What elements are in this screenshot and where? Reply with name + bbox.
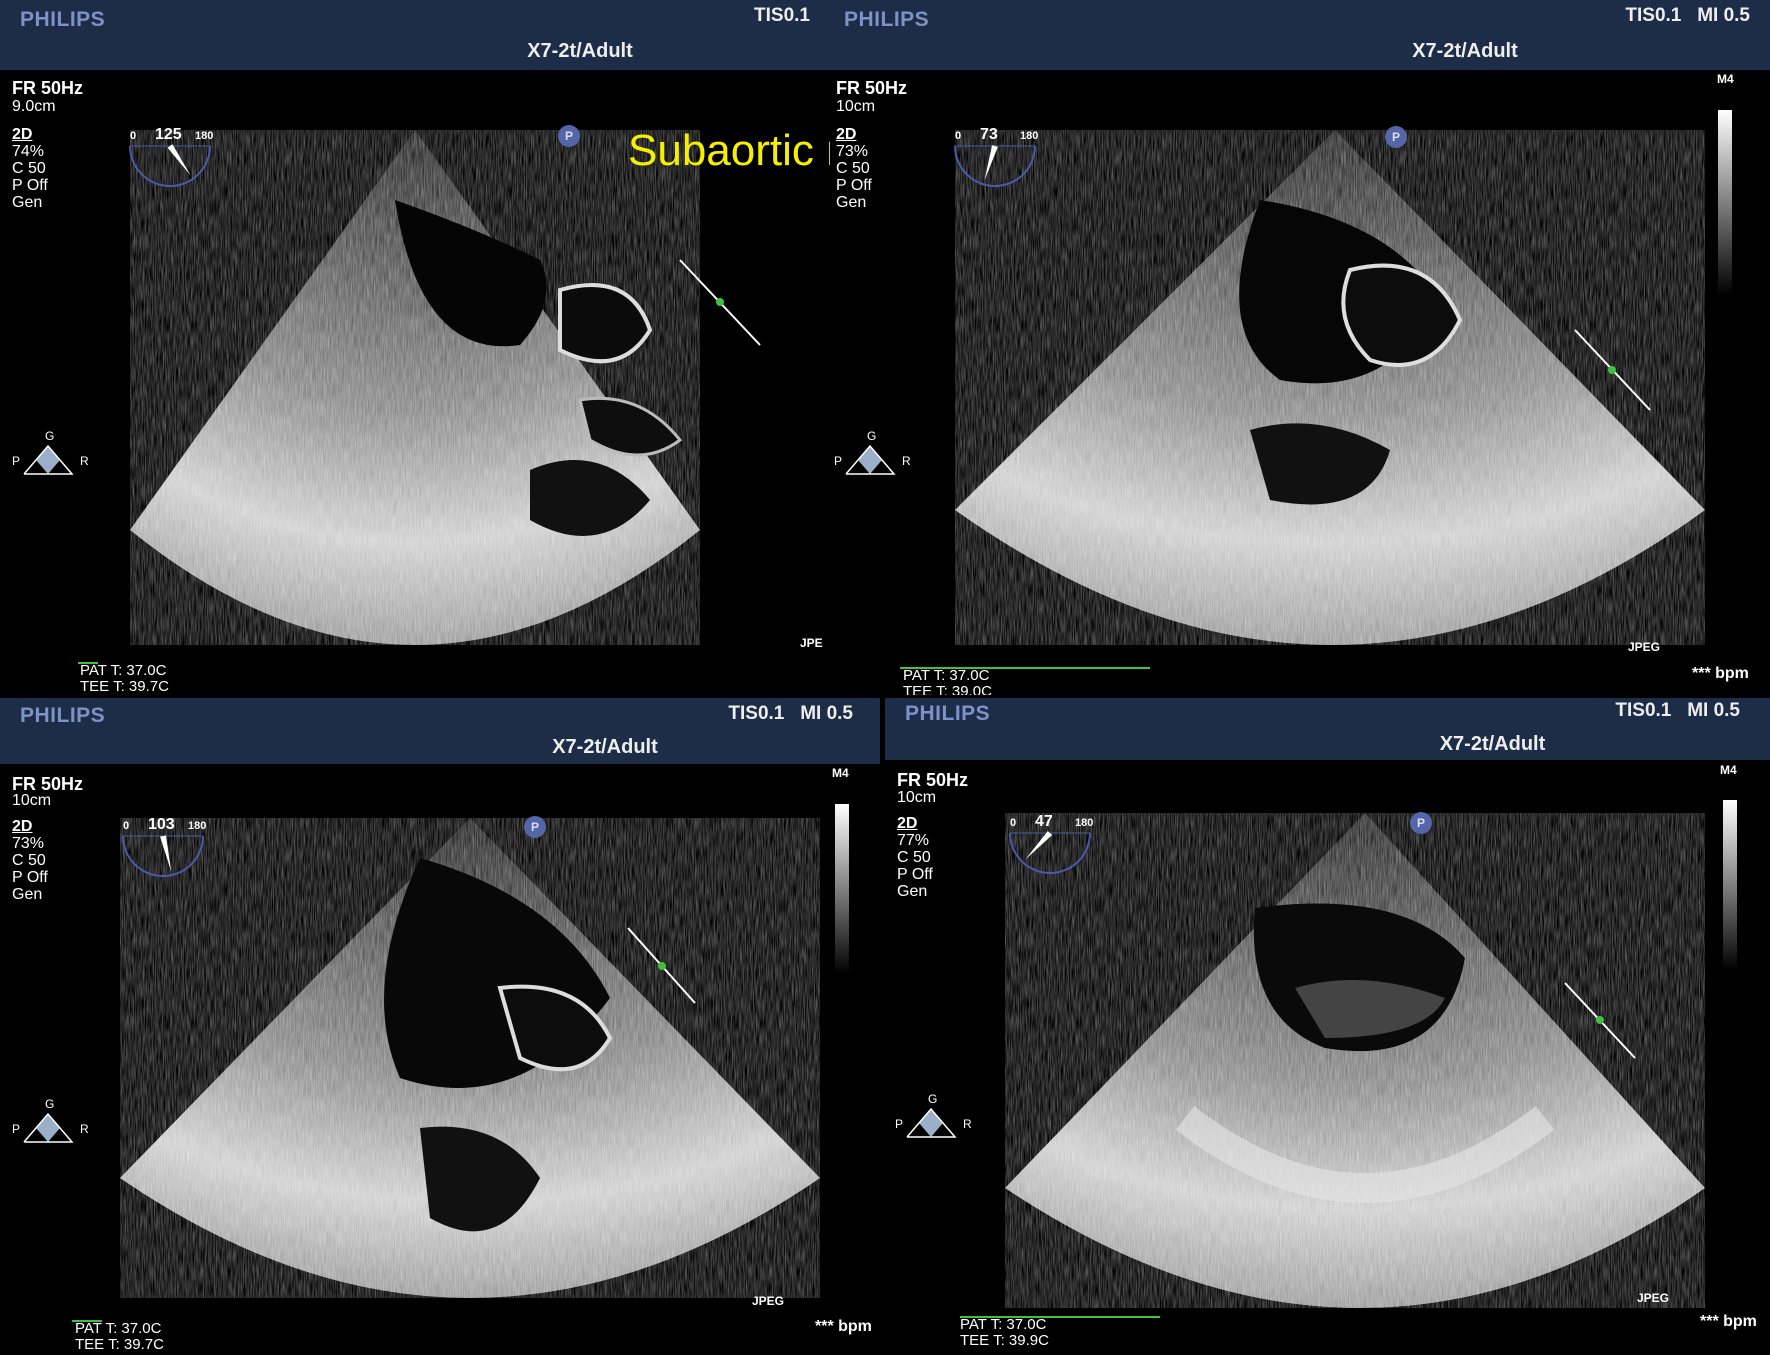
orientation-marker: G P R: [12, 429, 92, 490]
imaging-params: 2D 74% C 50 P Off Gen: [12, 126, 48, 211]
svg-text:P: P: [12, 454, 20, 468]
jpeg-label: JPE: [800, 636, 823, 650]
frame-rate: FR 50Hz: [897, 770, 969, 790]
svg-text:P: P: [834, 454, 842, 468]
echo-panel-1: PHILIPS TIS0.1 X7-2t/Adult Subaortic mem…: [0, 0, 830, 695]
heart-rate: *** bpm: [1700, 1313, 1757, 1330]
svg-text:R: R: [963, 1117, 972, 1131]
heart-rate: *** bpm: [815, 1318, 872, 1335]
probe-p-icon: P: [1410, 812, 1432, 834]
probe-p-icon: P: [558, 125, 580, 147]
grayscale-bar: [1723, 800, 1737, 970]
compression-label: C 50: [12, 852, 46, 869]
patient-temp: PAT T: 37.0C: [960, 1316, 1047, 1333]
multiplane-angle-indicator: 0 73 180: [950, 126, 1040, 190]
depth: 10cm: [836, 98, 876, 115]
ultrasound-sector: [130, 130, 761, 645]
svg-text:R: R: [80, 1122, 89, 1136]
angle-dial-icon: [954, 145, 1036, 187]
persistence-label: P Off: [836, 177, 872, 194]
grayscale-bar: [1718, 110, 1732, 295]
svg-text:R: R: [80, 454, 89, 468]
echo-panel-4: PHILIPS TIS0.1 MI 0.5 X7-2t/Adult M4 P F…: [885, 698, 1770, 1355]
depth: 10cm: [12, 792, 52, 809]
echo-panel-2: PHILIPS TIS0.1 MI 0.5 X7-2t/Adult M4 P F…: [830, 0, 1770, 695]
orientation-icon: G P R: [12, 429, 89, 475]
multiplane-angle-indicator: 0 47 180: [1005, 813, 1095, 877]
persistence-label: P Off: [12, 869, 48, 886]
svg-text:P: P: [895, 1117, 903, 1131]
probe-p-icon: P: [524, 816, 546, 838]
svg-text:G: G: [867, 430, 876, 443]
angle-dial-icon: [1009, 830, 1091, 874]
angle-dial-icon: [129, 144, 211, 187]
resolution-label: Gen: [12, 886, 43, 903]
orientation-marker: G P R: [12, 1097, 92, 1158]
gain-label: 74%: [12, 143, 45, 160]
gain-label: 77%: [897, 832, 930, 849]
ultrasound-sector: [1005, 813, 1705, 1308]
compression-label: C 50: [897, 849, 931, 866]
ultrasound-sector: [120, 818, 820, 1298]
tee-temp: TEE T: 39.7C: [80, 678, 169, 695]
resolution-label: Gen: [897, 883, 928, 900]
svg-text:P: P: [12, 1122, 20, 1136]
patient-temp: PAT T: 37.0C: [75, 1320, 162, 1337]
orientation-icon: G P R: [895, 1092, 972, 1138]
temperatures: PAT T: 37.0C TEE T: 39.9C: [960, 1317, 1049, 1349]
echo-panel-3: PHILIPS TIS0.1 MI 0.5 X7-2t/Adult M4 P F…: [0, 698, 880, 1355]
patient-temp: PAT T: 37.0C: [903, 667, 990, 684]
svg-text:G: G: [928, 1093, 937, 1106]
svg-text:R: R: [902, 454, 911, 468]
temperatures: PAT T: 37.0C TEE T: 39.7C: [75, 1321, 164, 1353]
tee-temp: TEE T: 39.7C: [75, 1336, 164, 1353]
orientation-icon: G P R: [834, 429, 911, 475]
svg-text:G: G: [45, 430, 54, 443]
tee-temp: TEE T: 39.9C: [960, 1332, 1049, 1349]
frame-rate: FR 50Hz: [12, 78, 84, 98]
heart-rate: *** bpm: [1692, 665, 1749, 682]
frame-rate: FR 50Hz: [836, 78, 908, 98]
imaging-params: 2D 73% C 50 P Off Gen: [12, 818, 48, 903]
resolution-label: Gen: [836, 194, 867, 211]
depth: 9.0cm: [12, 98, 56, 115]
m4-label: M4: [1720, 763, 1737, 777]
resolution-label: Gen: [12, 194, 43, 211]
imaging-params: 2D 73% C 50 P Off Gen: [836, 126, 872, 211]
persistence-label: P Off: [12, 177, 48, 194]
annotation-label: Subaortic membrane: [628, 126, 830, 175]
compression-label: C 50: [836, 160, 870, 177]
multiplane-angle-indicator: 0 103 180: [118, 816, 208, 880]
persistence-label: P Off: [897, 866, 933, 883]
m4-label: M4: [1717, 72, 1734, 86]
probe-p-icon: P: [1385, 126, 1407, 148]
orientation-icon: G P R: [12, 1097, 89, 1143]
gain-label: 73%: [836, 143, 869, 160]
mode-label: 2D: [12, 818, 33, 835]
orientation-marker: G P R: [895, 1092, 975, 1153]
temperatures: PAT T: 37.0C TEE T: 39.0C: [903, 667, 992, 696]
jpeg-label: JPEG: [1637, 1291, 1670, 1305]
compression-label: C 50: [12, 160, 46, 177]
grayscale-bar: [835, 804, 849, 974]
temperatures: PAT T: 37.0C TEE T: 39.7C: [80, 663, 169, 695]
gain-label: 73%: [12, 835, 45, 852]
mode-label: 2D: [836, 126, 857, 143]
jpeg-label: JPEG: [752, 1294, 785, 1308]
mode-label: 2D: [897, 815, 918, 832]
jpeg-label: JPEG: [1628, 640, 1661, 654]
depth: 10cm: [897, 789, 937, 806]
tee-temp: TEE T: 39.0C: [903, 683, 992, 696]
multiplane-angle-indicator: 0 125 180: [125, 126, 215, 190]
imaging-params: 2D 77% C 50 P Off Gen: [897, 815, 933, 900]
ultrasound-sector: [955, 130, 1705, 645]
m4-label: M4: [832, 766, 849, 780]
orientation-marker: G P R: [834, 429, 914, 490]
angle-dial-icon: [122, 835, 204, 877]
patient-temp: PAT T: 37.0C: [80, 662, 167, 679]
svg-text:G: G: [45, 1098, 54, 1111]
mode-label: 2D: [12, 126, 33, 143]
